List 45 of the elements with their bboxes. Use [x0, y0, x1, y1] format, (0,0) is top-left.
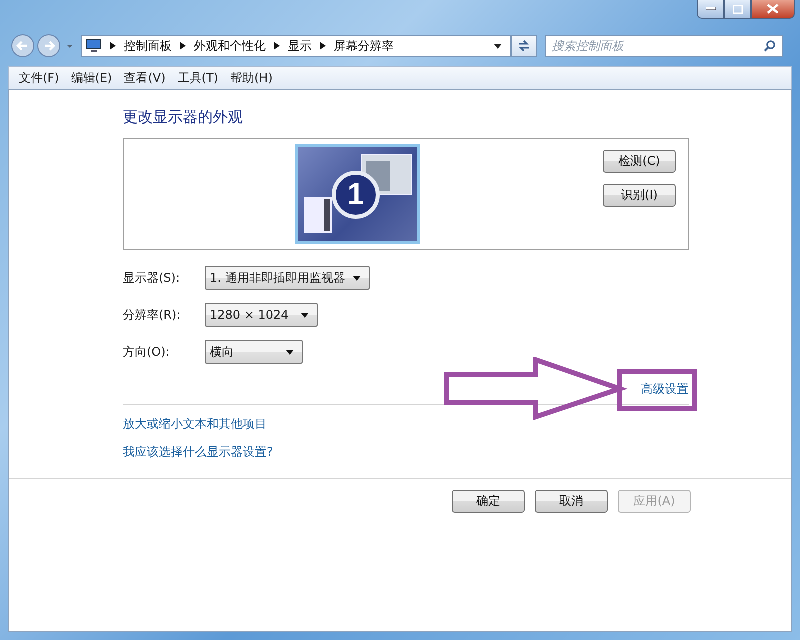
menu-item[interactable]: 查看(V)	[118, 70, 172, 86]
display-number-badge: 1	[332, 171, 380, 219]
action-button[interactable]: 识别(I)	[603, 184, 676, 207]
dialog-button[interactable]: 取消	[535, 490, 608, 513]
advanced-settings-link[interactable]: 高级设置	[641, 381, 689, 398]
breadcrumb-item[interactable]: 屏幕分辨率	[334, 38, 394, 54]
dropdown-arrow-icon	[353, 276, 362, 280]
refresh-button[interactable]	[511, 35, 537, 57]
menu-item[interactable]: 工具(T)	[172, 70, 224, 86]
help-link[interactable]: 我应该选择什么显示器设置?	[123, 444, 274, 461]
dropdown-arrow-icon	[301, 312, 309, 318]
maximize-icon	[732, 4, 742, 14]
dropdown-arrow-icon[interactable]	[494, 44, 502, 48]
close-button[interactable]	[751, 0, 795, 19]
chevron-icon	[110, 42, 116, 50]
breadcrumb-item[interactable]: 显示	[288, 38, 312, 54]
search-field[interactable]: 搜索控制面板	[545, 35, 783, 57]
chevron-icon	[274, 42, 280, 50]
maximize-button[interactable]	[724, 0, 751, 19]
dropdown-arrow-icon	[286, 350, 294, 354]
monitor-thumbnail[interactable]: 1	[295, 144, 420, 244]
close-icon	[767, 4, 779, 14]
breadcrumb-item[interactable]: 外观和个性化	[194, 38, 266, 54]
setting-label: 分辨率(R):	[123, 306, 182, 324]
page-heading: 更改显示器的外观	[123, 108, 244, 128]
address-bar[interactable]: 控制面板 外观和个性化 显示 屏幕分辨率	[81, 35, 511, 57]
minimize-icon	[706, 7, 716, 11]
dropdown[interactable]: 1280 × 1024	[205, 303, 318, 327]
chevron-icon	[180, 42, 186, 50]
setting-label: 显示器(S):	[123, 270, 182, 286]
menu-item[interactable]: 帮助(H)	[224, 70, 279, 86]
dropdown[interactable]: 横向	[205, 340, 303, 364]
breadcrumb-item[interactable]: 控制面板	[124, 38, 172, 54]
menu-item[interactable]: 编辑(E)	[65, 70, 118, 86]
help-link[interactable]: 放大或缩小文本和其他项目	[123, 416, 267, 433]
menu-item[interactable]: 文件(F)	[13, 70, 66, 86]
action-button[interactable]: 检测(C)	[603, 150, 676, 173]
setting-label: 方向(O):	[123, 344, 171, 360]
refresh-icon	[517, 39, 531, 53]
minimize-button[interactable]	[697, 0, 724, 19]
dialog-button[interactable]: 确定	[452, 490, 525, 513]
search-icon	[764, 40, 776, 52]
monitor-icon	[86, 39, 102, 53]
dropdown[interactable]: 1. 通用非即插即用监视器	[205, 266, 370, 290]
chevron-icon	[320, 42, 326, 50]
